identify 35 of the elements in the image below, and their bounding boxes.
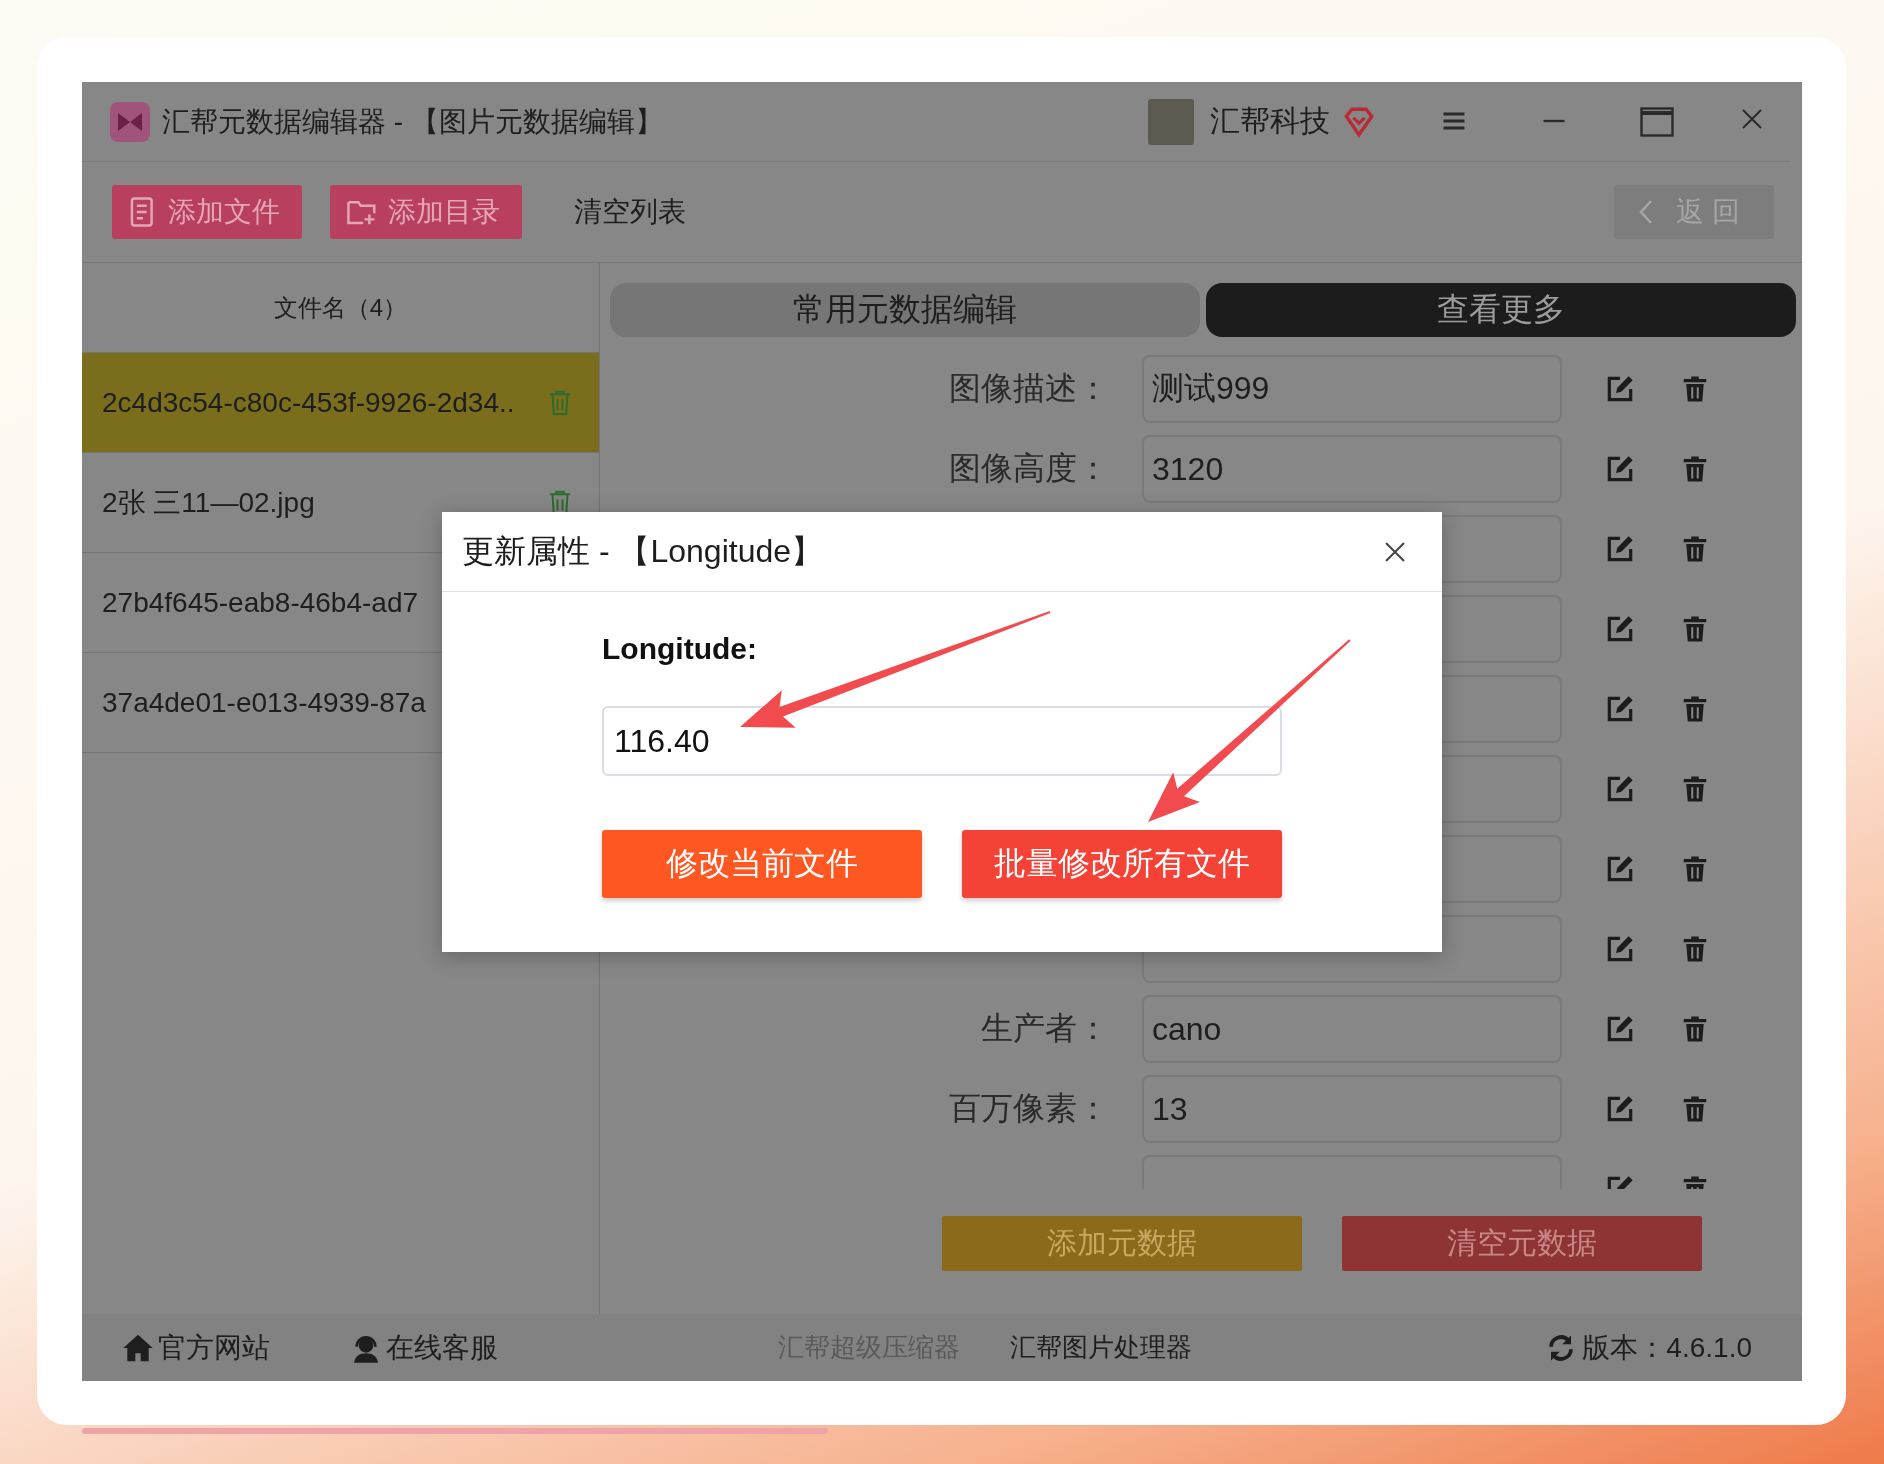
field-label: Longitude: [602,632,758,666]
support-link[interactable]: 在线客服 [350,1328,498,1367]
website-link[interactable]: 官方网站 [122,1328,270,1367]
version-text: 版本：4.6.1.0 [1582,1330,1752,1365]
clear-list-button[interactable]: 清空列表 [558,185,702,239]
close-icon[interactable] [1740,106,1764,131]
batch-modify-button[interactable]: 批量修改所有文件 [962,830,1282,898]
add-metadata-button[interactable]: 添加元数据 [942,1216,1302,1271]
input-field[interactable]: 测试999 [1142,355,1562,423]
modify-current-button[interactable]: 修改当前文件 [602,830,922,898]
input-field[interactable]: 3120 [1142,435,1562,503]
close-icon[interactable] [1384,540,1406,563]
app-logo [110,101,150,142]
field-label: 百万像素： [948,1089,1110,1128]
clear-metadata-button[interactable]: 清空元数据 [1342,1216,1702,1271]
tab[interactable]: 查看更多 [1206,283,1796,337]
add-folder-button[interactable]: 添加目录 [330,185,522,239]
input-field[interactable]: 13 [1142,1075,1562,1143]
product-link[interactable]: 汇帮图片处理器 [1010,1330,1192,1365]
window-title: 汇帮元数据编辑器 - 【图片元数据编辑】 [162,104,663,139]
field-label: 图像高度： [948,449,1110,488]
file-item[interactable]: 2c4d3c54-c80c-453f-9926-2d34.. [82,353,599,453]
list-header: 文件名（4） [273,292,408,323]
user-name: 汇帮科技 [1210,103,1330,139]
maximize-icon[interactable] [1640,106,1674,137]
field-label: 图像描述： [948,369,1110,408]
input-field[interactable]: 116.40 [602,706,1282,776]
avatar-placeholder [1148,98,1194,145]
field-label: 生产者： [980,1009,1110,1048]
scrollbar[interactable] [82,1428,828,1434]
input-field[interactable]: cano [1142,995,1562,1063]
add-file-button[interactable]: 添加文件 [112,185,302,239]
chevron-left-icon [1638,199,1655,225]
tab[interactable]: 常用元数据编辑 [610,283,1200,337]
home-icon [122,1332,154,1363]
